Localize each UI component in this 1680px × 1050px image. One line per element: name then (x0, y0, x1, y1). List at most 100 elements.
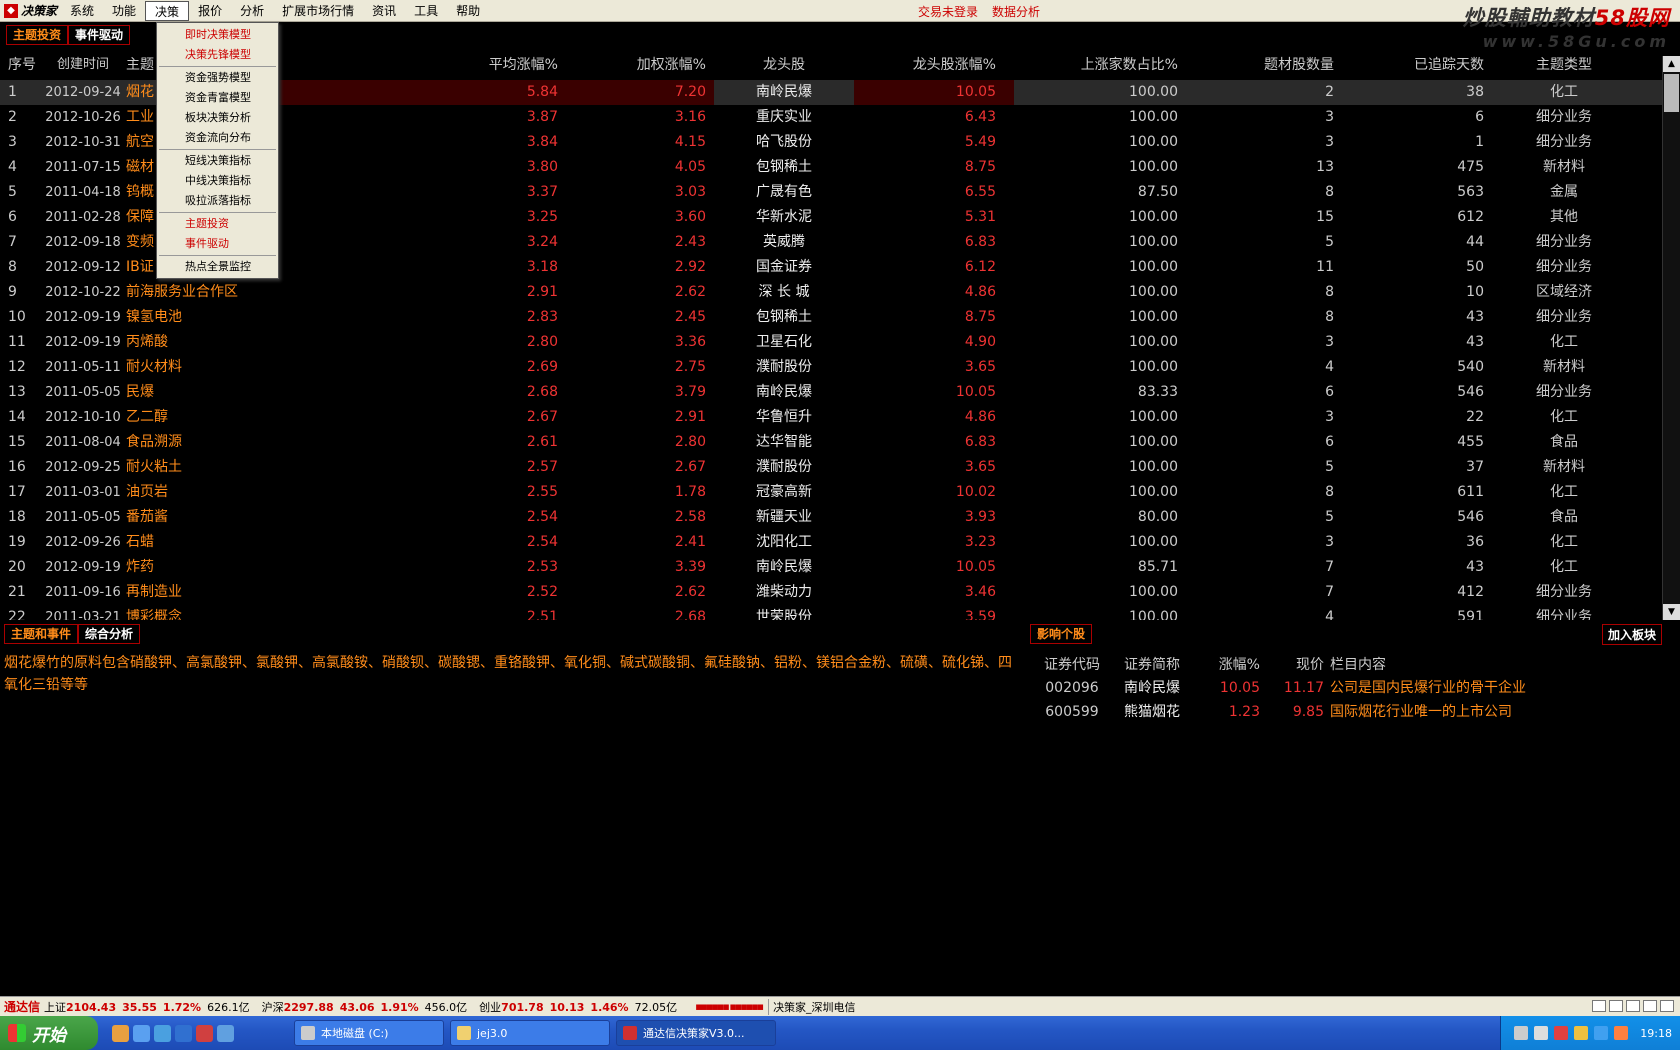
table-cell: 7.20 (566, 80, 714, 105)
impact-cell: 公司是国内民爆行业的骨干企业 (1330, 680, 1526, 696)
task-local-disk[interactable]: 本地磁盘 (C:) (294, 1020, 444, 1046)
table-row[interactable]: 22 2011-03-21 博彩概念 2.51 2.68 世荣股份 3.59 100.00 4 5… (0, 605, 1666, 620)
tab-theme-and-event[interactable]: 主题和事件 (4, 624, 79, 644)
tray-icon[interactable] (1514, 1026, 1529, 1040)
index-quote[interactable]: 上证2104.43 35.55 1.72% 626.1亿 (44, 1001, 250, 1014)
table-row[interactable]: 19 2012-09-26 石蜡 2.54 2.41 沈阳化工 3.23 100.00 3 36 化… (0, 530, 1666, 555)
tray-icon[interactable] (1614, 1026, 1629, 1040)
dropdown-item[interactable]: 资金强势模型 (157, 68, 278, 88)
logo-text: 决策家 (21, 4, 58, 18)
menu-decision[interactable]: 决策 (145, 0, 190, 21)
tab-comprehensive-analysis[interactable]: 综合分析 (78, 624, 141, 644)
ie-icon[interactable] (175, 1024, 192, 1042)
menu-system[interactable]: 系统 (61, 1, 103, 21)
dropdown-item[interactable]: 热点全景监控 (157, 257, 278, 277)
tray-icon[interactable] (1554, 1026, 1569, 1040)
menu-analysis[interactable]: 分析 (231, 1, 273, 21)
table-cell: 民爆 (126, 384, 154, 400)
quick-launch-icon[interactable] (112, 1024, 129, 1042)
table-cell: 南岭民爆 (756, 559, 812, 575)
col-header[interactable]: 平均涨幅% (274, 50, 566, 80)
dropdown-item[interactable]: 板块决策分析 (157, 108, 278, 128)
data-analysis-link[interactable]: 数据分析 (992, 3, 1040, 20)
col-header[interactable]: 题材股数量 (1186, 50, 1342, 80)
menu-quote[interactable]: 报价 (189, 1, 231, 21)
message-icon[interactable] (1609, 1000, 1623, 1012)
trade-login-status[interactable]: 交易未登录 (918, 3, 978, 20)
tray-icon[interactable] (1574, 1026, 1589, 1040)
menu-extended-market[interactable]: 扩展市场行情 (273, 1, 363, 21)
quick-launch-icon[interactable] (133, 1024, 150, 1042)
scroll-down-icon[interactable]: ▼ (1663, 604, 1680, 620)
table-cell: 2011-09-16 (45, 585, 121, 600)
dropdown-item[interactable]: 决策先锋模型 (157, 45, 278, 65)
table-cell: 英威腾 (763, 234, 805, 250)
dropdown-item[interactable]: 吸拉派落指标 (157, 191, 278, 211)
col-header[interactable]: 主题类型 (1492, 50, 1636, 80)
table-row[interactable]: 20 2012-09-19 炸药 2.53 3.39 南岭民爆 10.05 85.71 7 43 化… (0, 555, 1666, 580)
dropdown-item[interactable]: 中线决策指标 (157, 171, 278, 191)
mail-icon[interactable] (1592, 1000, 1606, 1012)
alert-icon[interactable] (1626, 1000, 1640, 1012)
menu-tools[interactable]: 工具 (405, 1, 447, 21)
col-header[interactable]: 已追踪天数 (1342, 50, 1492, 80)
table-row[interactable]: 18 2011-05-05 番茄酱 2.54 2.58 新疆天业 3.93 80.00 5 546… (0, 505, 1666, 530)
table-row[interactable]: 15 2011-08-04 食品溯源 2.61 2.80 达华智能 6.83 100.00 6 4… (0, 430, 1666, 455)
col-header[interactable]: 上涨家数占比% (1014, 50, 1186, 80)
table-cell: 3.03 (674, 184, 706, 200)
col-header[interactable]: 龙头股 (714, 50, 854, 80)
tray-icon[interactable] (1594, 1026, 1609, 1040)
quick-launch-icon[interactable] (217, 1024, 234, 1042)
table-row[interactable]: 12 2011-05-11 耐火材料 2.69 2.75 濮耐股份 3.65 100.00 4 5… (0, 355, 1666, 380)
tab-theme-invest[interactable]: 主题投资 (6, 25, 69, 45)
table-row[interactable]: 11 2012-09-19 丙烯酸 2.80 3.36 卫星石化 4.90 100.00 3 43… (0, 330, 1666, 355)
table-cell: 2.92 (674, 259, 706, 275)
col-header[interactable]: 加权涨幅% (566, 50, 714, 80)
menu-news[interactable]: 资讯 (363, 1, 405, 21)
lock-icon[interactable] (1660, 1000, 1674, 1012)
table-cell: 36 (1466, 534, 1484, 550)
col-header[interactable]: 序号 (0, 50, 42, 80)
scroll-thumb[interactable] (1664, 74, 1679, 112)
quick-launch-icon[interactable] (196, 1024, 213, 1042)
table-cell: 3 (1325, 109, 1334, 125)
menu-help[interactable]: 帮助 (447, 1, 489, 21)
start-button[interactable]: 开始 (0, 1016, 98, 1050)
dropdown-item[interactable]: 资金青富模型 (157, 88, 278, 108)
task-tdx-app[interactable]: 通达信决策家V3.0... (616, 1020, 776, 1046)
col-header[interactable]: 创建时间 (42, 50, 124, 80)
index-quote[interactable]: 沪深2297.88 43.06 1.91% 456.0亿 (262, 1001, 468, 1014)
dropdown-item[interactable]: 事件驱动 (157, 234, 278, 254)
dropdown-item[interactable]: 资金流向分布 (157, 128, 278, 148)
quick-launch-icon[interactable] (154, 1024, 171, 1042)
menu-separator (159, 66, 276, 67)
impact-row[interactable]: 002096 南岭民爆 10.05 11.17 公司是国内民爆行业的骨干企业 (1032, 676, 1584, 700)
table-row[interactable]: 10 2012-09-19 镍氢电池 2.83 2.45 包钢稀土 8.75 100.00 8 4… (0, 305, 1666, 330)
table-row[interactable]: 14 2012-10-10 乙二醇 2.67 2.91 华鲁恒升 4.86 100.00 3 22… (0, 405, 1666, 430)
table-cell: 15 (1316, 209, 1334, 225)
table-row[interactable]: 13 2011-05-05 民爆 2.68 3.79 南岭民爆 10.05 83.33 6 546… (0, 380, 1666, 405)
col-header[interactable]: 龙头股涨幅% (854, 50, 1014, 80)
settings-icon[interactable] (1643, 1000, 1657, 1012)
tray-icon[interactable] (1534, 1026, 1549, 1040)
table-row[interactable]: 17 2011-03-01 油页岩 2.55 1.78 冠豪高新 10.02 100.00 8 6… (0, 480, 1666, 505)
signal-strength: ▪▪▪▪▪▪ ▪▪▪▪▪▪ (695, 1000, 764, 1013)
table-row[interactable]: 16 2012-09-25 耐火粘土 2.57 2.67 濮耐股份 3.65 100.00 5 3… (0, 455, 1666, 480)
table-cell: 3 (1325, 409, 1334, 425)
tab-event-driven[interactable]: 事件驱动 (68, 25, 131, 45)
index-quote[interactable]: 创业701.78 10.13 1.46% 72.05亿 (479, 1001, 677, 1014)
tab-impact-stocks[interactable]: 影响个股 (1030, 624, 1093, 644)
table-row[interactable]: 9 2012-10-22 前海服务业合作区 2.91 2.62 深 长 城 4.86 100.… (0, 280, 1666, 305)
table-cell: 100.00 (1129, 109, 1178, 125)
impact-row[interactable]: 600599 熊猫烟花 1.23 9.85 国际烟花行业唯一的上市公司 (1032, 700, 1584, 724)
table-row[interactable]: 21 2011-09-16 再制造业 2.52 2.62 潍柴动力 3.46 100.00 7 4… (0, 580, 1666, 605)
dropdown-item[interactable]: 即时决策模型 (157, 25, 278, 45)
scroll-up-icon[interactable]: ▲ (1663, 56, 1680, 72)
dropdown-item[interactable]: 短线决策指标 (157, 151, 278, 171)
table-scrollbar[interactable]: ▲ ▼ (1662, 56, 1680, 620)
menu-function[interactable]: 功能 (103, 1, 145, 21)
table-cell: 8 (1325, 309, 1334, 325)
task-folder[interactable]: jej3.0 (450, 1020, 610, 1046)
add-to-sector-button[interactable]: 加入板块 (1602, 624, 1663, 645)
dropdown-item[interactable]: 主题投资 (157, 214, 278, 234)
